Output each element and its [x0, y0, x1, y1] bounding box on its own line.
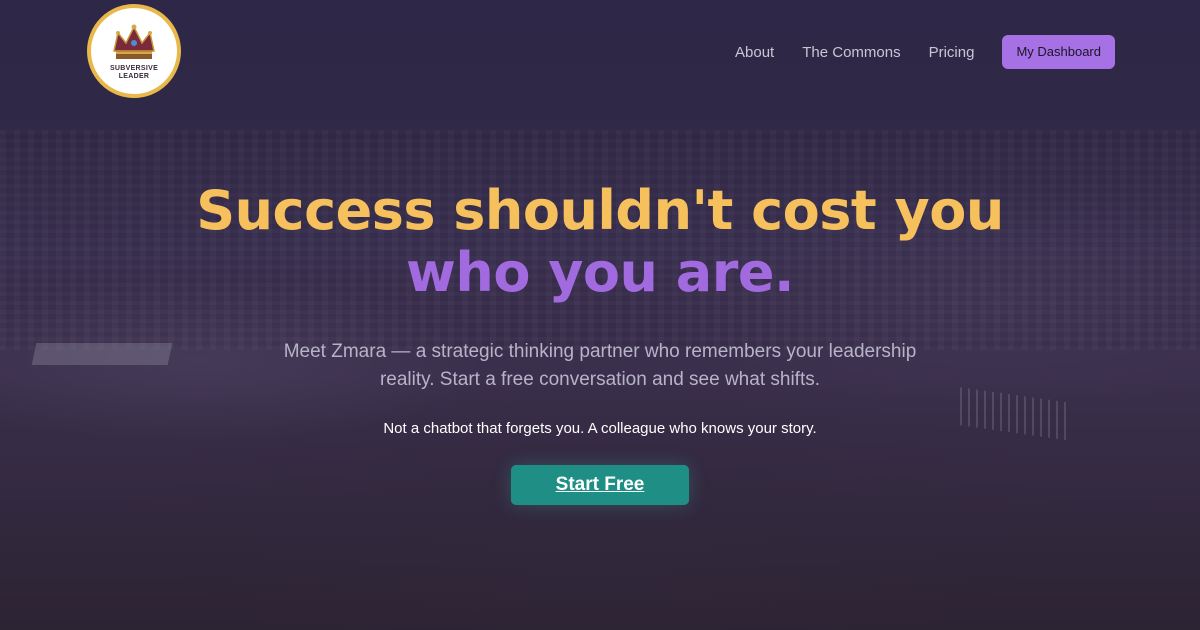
headline-line-purple: who you are.	[406, 241, 794, 304]
my-dashboard-button[interactable]: My Dashboard	[1002, 35, 1115, 69]
nav-link-about[interactable]: About	[735, 44, 774, 61]
hero-tagline: Not a chatbot that forgets you. A collea…	[383, 420, 817, 437]
site-header: SUBVERSIVE LEADER About The Commons Pric…	[0, 0, 1200, 104]
brand-logo[interactable]: SUBVERSIVE LEADER	[87, 4, 181, 98]
headline-line-gold: Success shouldn't cost you	[196, 179, 1004, 242]
crown-icon	[113, 24, 155, 59]
nav-link-pricing[interactable]: Pricing	[929, 44, 975, 61]
hero-subheadline: Meet Zmara — a strategic thinking partne…	[283, 341, 917, 390]
start-free-button[interactable]: Start Free	[511, 465, 689, 505]
main-nav: About The Commons Pricing My Dashboard	[735, 35, 1115, 69]
hero-headline: Success shouldn't cost you who you are.	[0, 180, 1200, 304]
hero-section: Success shouldn't cost you who you are. …	[0, 180, 1200, 505]
logo-wordmark: SUBVERSIVE LEADER	[109, 65, 159, 80]
nav-link-the-commons[interactable]: The Commons	[802, 44, 900, 61]
